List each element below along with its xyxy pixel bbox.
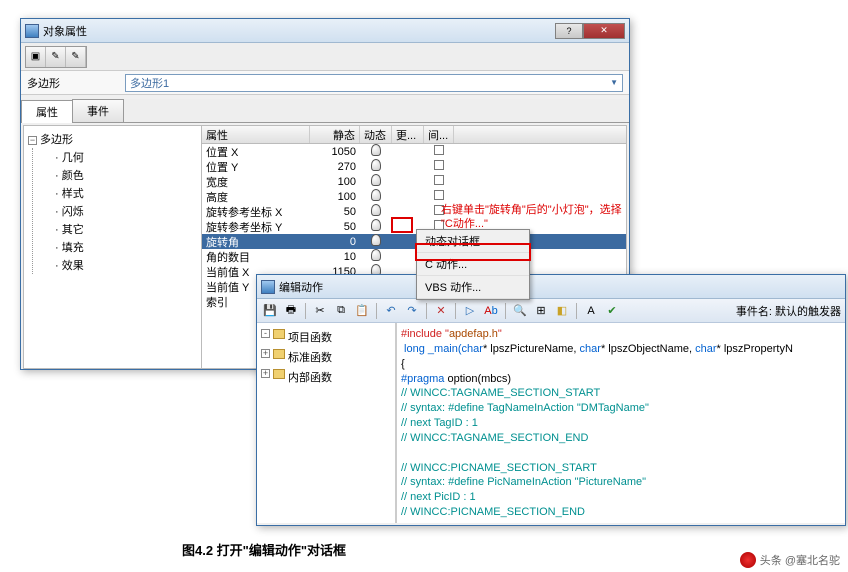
menu-vbs-action[interactable]: VBS 动作... [417,276,529,299]
edit-toolbar: 💾 🖶 ✂ ⧉ 📋 ↶ ↷ ✕ ▷ Ab 🔍 ⊞ ◧ A ✔ 事件名: 默认的触… [257,299,845,323]
app-icon [25,24,39,38]
bulb-icon[interactable] [371,189,381,201]
expand-icon[interactable]: + [261,349,270,358]
folder-icon [273,369,285,379]
dropdown-arrow-icon: ▼ [610,78,618,87]
object-type-label: 多边形 [27,75,117,91]
col-attr[interactable]: 属性 [202,126,310,143]
tool-print-icon[interactable]: 🖶 [282,302,300,320]
col-dynamic[interactable]: 动态 [360,126,392,143]
bulb-icon[interactable] [371,159,381,171]
tool-find-icon[interactable]: 🔍 [511,302,529,320]
app-icon [261,280,275,294]
function-tree[interactable]: -项目函数+标准函数+内部函数 [257,323,397,523]
tree-item[interactable]: · 几何 [55,148,197,166]
col-update[interactable]: 更... [392,126,424,143]
edit-titlebar[interactable]: 编辑动作 [257,275,845,299]
tool-paste-icon[interactable]: 📋 [353,302,371,320]
grid-row[interactable]: 位置 Y270 [202,159,626,174]
checkbox[interactable] [434,145,444,155]
bulb-icon[interactable] [371,174,381,186]
watermark: 头条 @塞北名驼 [740,552,840,568]
grid-header: 属性 静态 动态 更... 间... [202,126,626,144]
tool-validate-icon[interactable]: ✔ [603,302,621,320]
tree-root[interactable]: −多边形 [28,130,197,148]
object-selector-row: 多边形 多边形1 ▼ [21,71,629,95]
function-tree-item[interactable]: +标准函数 [261,347,391,367]
edit-action-window: 编辑动作 💾 🖶 ✂ ⧉ 📋 ↶ ↷ ✕ ▷ Ab 🔍 ⊞ ◧ A ✔ 事件名:… [256,274,846,526]
bulb-icon[interactable] [371,234,381,246]
object-dropdown[interactable]: 多边形1 ▼ [125,74,623,92]
tree-item[interactable]: · 填充 [55,238,197,256]
context-menu: 动态对话框... C 动作... VBS 动作... [416,229,530,300]
toolbar-btn-2[interactable]: ✎ [46,47,66,67]
tree-item[interactable]: · 样式 [55,184,197,202]
tab-events[interactable]: 事件 [72,99,124,122]
tool-compile-icon[interactable]: ⊞ [532,302,550,320]
tool-undo-icon[interactable]: ↶ [382,302,400,320]
col-static[interactable]: 静态 [310,126,360,143]
expand-icon[interactable]: - [261,329,270,338]
checkbox[interactable] [434,160,444,170]
object-dropdown-value: 多边形1 [130,75,169,91]
figure-caption: 图4.2 打开"编辑动作"对话框 [182,540,346,559]
tool-cube-icon[interactable]: ◧ [553,302,571,320]
tool-bookmark-icon[interactable]: ▷ [461,302,479,320]
bulb-icon[interactable] [371,144,381,156]
tool-cut-icon[interactable]: ✂ [311,302,329,320]
bulb-icon[interactable] [371,249,381,261]
watermark-icon [740,552,756,568]
tool-redo-icon[interactable]: ↷ [403,302,421,320]
tree-item[interactable]: · 效果 [55,256,197,274]
checkbox[interactable] [434,175,444,185]
folder-icon [273,329,285,339]
titlebar[interactable]: 对象属性 ? ✕ [21,19,629,43]
grid-row[interactable]: 角的数目10 [202,249,626,264]
highlight-bulb [391,217,413,233]
tool-text-a-icon[interactable]: A [582,302,600,320]
bulb-icon[interactable] [371,204,381,216]
tool-copy-icon[interactable]: ⧉ [332,302,350,320]
function-tree-item[interactable]: +内部函数 [261,367,391,387]
annotation-text: 右键单击"旋转角"后的"小灯泡"，选择 "C动作..." [441,203,641,232]
toolbar-btn-3[interactable]: ✎ [66,47,86,67]
collapse-icon[interactable]: − [28,136,37,145]
toolbar-btn-1[interactable]: ▣ [26,47,46,67]
tabs: 属性 事件 [21,99,629,123]
grid-row[interactable]: 宽度100 [202,174,626,189]
tab-properties[interactable]: 属性 [21,100,73,123]
highlight-c-action [415,243,531,261]
code-editor[interactable]: #include "apdefap.h" long _main(char* lp… [397,323,845,523]
tree-item[interactable]: · 其它 [55,220,197,238]
tool-font-icon[interactable]: Ab [482,302,500,320]
tree-item[interactable]: · 颜色 [55,166,197,184]
toolbar: ▣ ✎ ✎ [21,43,629,71]
close-button[interactable]: ✕ [583,23,625,39]
tool-delete-icon[interactable]: ✕ [432,302,450,320]
expand-icon[interactable]: + [261,369,270,378]
edit-window-title: 编辑动作 [279,279,841,295]
function-tree-item[interactable]: -项目函数 [261,327,391,347]
grid-row[interactable]: 位置 X1050 [202,144,626,159]
grid-row[interactable]: 高度100 [202,189,626,204]
col-indirect[interactable]: 间... [424,126,454,143]
checkbox[interactable] [434,190,444,200]
window-title: 对象属性 [43,23,555,39]
tool-save-icon[interactable]: 💾 [261,302,279,320]
grid-row[interactable]: 旋转角0 [202,234,626,249]
trigger-label: 事件名: 默认的触发器 [736,303,841,319]
category-tree[interactable]: −多边形 · 几何· 颜色· 样式· 闪烁· 其它· 填充· 效果 [24,126,202,368]
folder-icon [273,349,285,359]
bulb-icon[interactable] [371,219,381,231]
help-button[interactable]: ? [555,23,583,39]
tree-item[interactable]: · 闪烁 [55,202,197,220]
